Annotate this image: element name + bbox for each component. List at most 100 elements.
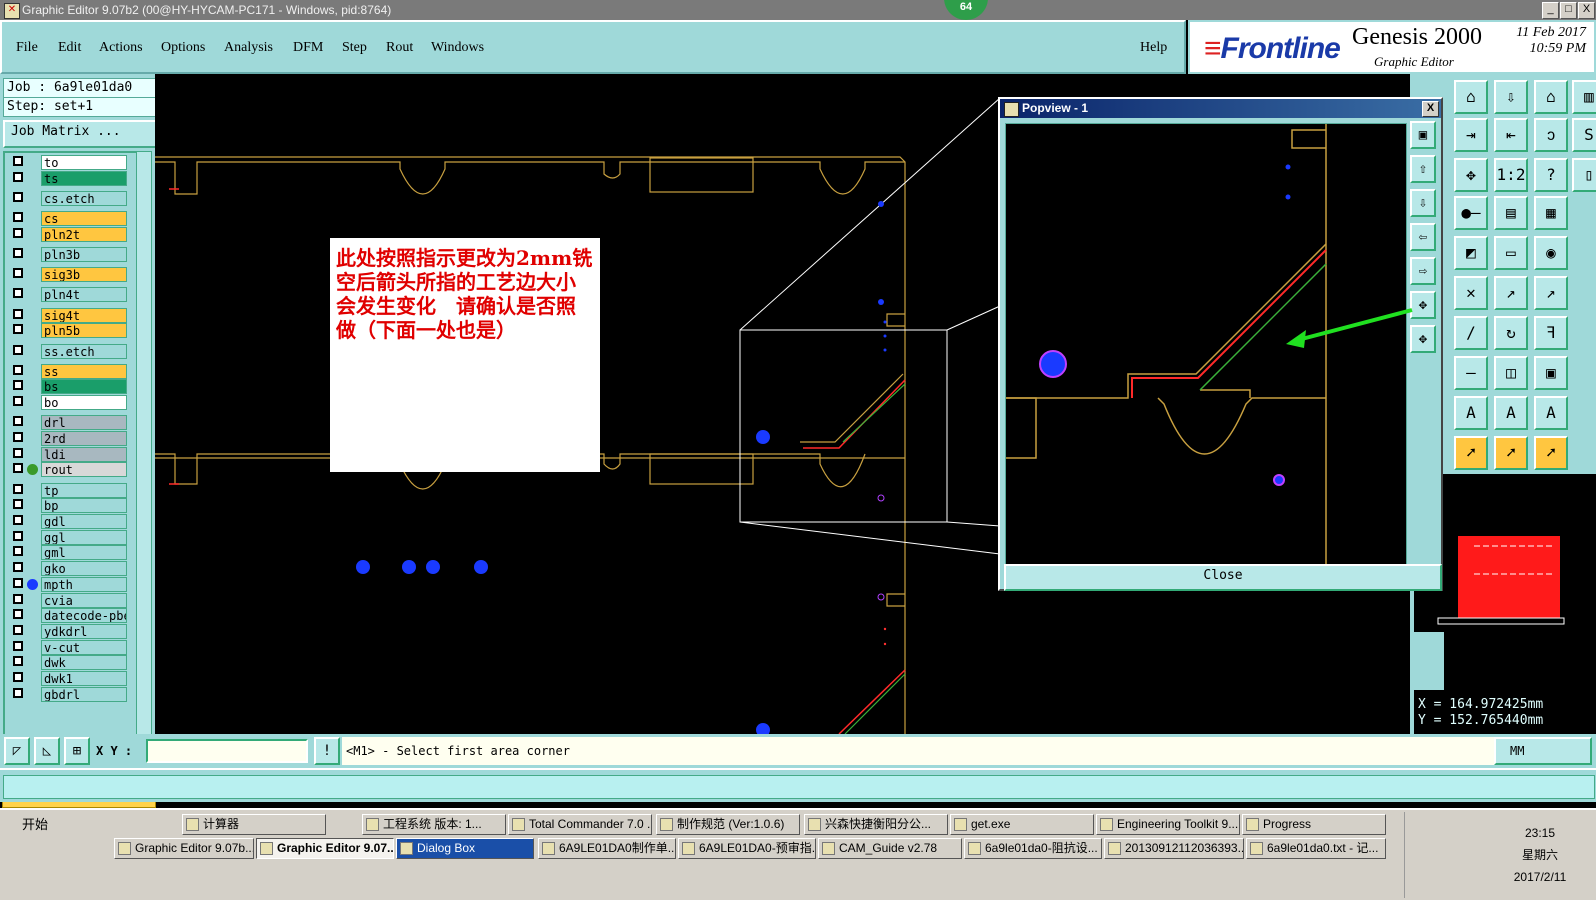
home-icon[interactable]: ⌂ [1454,80,1488,114]
layer-name[interactable]: rout [41,462,127,478]
taskbar-item-active[interactable]: Graphic Editor 9.07... [256,838,394,859]
menu-help[interactable]: Help [1140,40,1167,56]
layer-name[interactable]: pln5b [41,323,127,339]
layer-row[interactable]: ydkdrl [7,623,131,639]
popview-close-x[interactable]: X [1422,101,1439,117]
layer-name[interactable]: gml [41,545,127,561]
house-icon[interactable]: ⌂ [1534,80,1568,114]
layer-name[interactable]: ggl [41,529,127,545]
layer-name[interactable]: gdl [41,514,127,529]
warning-icon[interactable]: ! [314,737,340,765]
layer-checkbox[interactable] [13,577,23,588]
select-tool-icon[interactable]: ◸ [4,737,30,765]
layer-checkbox[interactable] [13,530,23,541]
zoom-fit-icon[interactable]: ▣ [1410,121,1436,149]
pointer3-icon[interactable]: ➚ [1534,436,1568,470]
pointer-icon[interactable]: ➚ [1454,436,1488,470]
layer-row[interactable]: pln3b [7,247,131,262]
layer-checkbox[interactable] [13,156,23,166]
layer-checkbox[interactable] [13,288,23,299]
layer-row[interactable]: ggl [7,529,131,545]
layer-name[interactable]: drl [41,415,127,431]
layer-checkbox[interactable] [13,396,23,407]
taskbar-item[interactable]: Total Commander 7.0 ... [508,814,652,835]
layer-name[interactable]: pln2t [41,226,127,242]
layer-row[interactable]: to [7,155,131,170]
layer-checkbox[interactable] [13,268,23,279]
pan-left-icon[interactable]: ⇦ [1410,223,1436,251]
layer-checkbox[interactable] [13,562,23,573]
layer-row[interactable]: dwk [7,655,131,671]
layer-row[interactable]: gml [7,545,131,561]
layer-name[interactable]: cs.etch [41,190,127,206]
layer-checkbox[interactable] [13,447,23,458]
mirror-icon[interactable]: ◫ [1494,356,1528,390]
layer-checkbox[interactable] [13,546,23,557]
menu-actions[interactable]: Actions [99,40,143,56]
layer-name[interactable]: pln3b [41,247,127,262]
layer-name[interactable]: ts [41,170,127,186]
taskbar-item[interactable]: 6a9le01da0.txt - 记... [1246,838,1386,859]
ruler-icon[interactable]: ▭ [1494,236,1528,270]
layer-name[interactable]: ss.etch [41,343,127,359]
layer-name[interactable]: bo [41,395,127,411]
layer-list-scrollbar[interactable] [136,151,152,785]
layer-row[interactable]: rout [7,462,131,478]
layer-row[interactable]: bp [7,498,131,514]
taskbar-item[interactable]: 20130912112036393.... [1104,838,1244,859]
layer-checkbox[interactable] [13,432,23,442]
pointer2-icon[interactable]: ➚ [1494,436,1528,470]
move-icon[interactable]: ⇥ [1454,118,1488,152]
taskbar-item[interactable]: get.exe [950,814,1094,835]
layer-name[interactable]: ldi [41,446,127,462]
layer-name[interactable]: cs [41,211,127,227]
scale-icon[interactable]: ↄ [1534,118,1568,152]
taskbar-item[interactable]: 6A9LE01DA0-预审指... [678,838,816,859]
layer-checkbox[interactable] [13,191,23,202]
connect-icon[interactable]: ↗ [1494,276,1528,310]
layer-name[interactable]: gko [41,561,127,577]
layer-name[interactable]: 2rd [41,431,127,446]
layer-name[interactable]: pln4t [41,287,127,303]
grid-tool-icon[interactable]: ⊞ [64,737,90,765]
dash-icon[interactable]: — [1454,356,1488,390]
layer-name[interactable]: mpth [41,576,127,592]
layer-row[interactable]: v-cut [7,639,131,655]
layer-row[interactable]: gko [7,561,131,577]
layer-row[interactable]: gdl [7,514,131,529]
layer-row[interactable]: cs [7,211,131,227]
layer-name[interactable]: sig3b [41,267,127,283]
stretch-icon[interactable]: S [1572,118,1596,152]
taskbar-item[interactable]: 6a9le01da0-阻抗设... [964,838,1102,859]
text-a-icon[interactable]: A [1454,396,1488,430]
layer-row[interactable]: ldi [7,446,131,462]
layer-checkbox[interactable] [13,324,23,335]
taskbar-item[interactable]: Engineering Toolkit 9.... [1096,814,1240,835]
layer-name[interactable]: ss [41,363,127,379]
cross-icon[interactable]: ✕ [1454,276,1488,310]
layer-name[interactable]: tp [41,482,127,498]
layer-checkbox[interactable] [13,463,23,474]
layer-name[interactable]: datecode-pbe [41,608,127,624]
unit-selector[interactable]: MM [1494,737,1592,765]
layer-name[interactable]: to [41,155,127,170]
layer-checkbox[interactable] [13,171,23,182]
layer-checkbox[interactable] [13,672,23,682]
layer-name[interactable]: v-cut [41,639,127,655]
fit-icon[interactable]: ✥ [1454,158,1488,192]
taskbar-item[interactable]: 制作规范 (Ver:1.0.6) [656,814,800,835]
menu-analysis[interactable]: Analysis [224,40,273,56]
job-matrix-button[interactable]: Job Matrix ... [3,120,161,148]
layer-name[interactable]: ydkdrl [41,623,127,639]
layer-row[interactable]: cs.etch [7,190,131,206]
layer-checkbox[interactable] [13,499,23,510]
taskbar-item-dialog[interactable]: Dialog Box [396,838,534,859]
layer-row[interactable]: pln4t [7,287,131,303]
layer-row[interactable]: ss [7,363,131,379]
layer-row[interactable]: datecode-pbe [7,608,131,624]
layer-checkbox[interactable] [13,515,23,525]
layer-row[interactable]: pln5b [7,323,131,339]
unknown-icon[interactable]: ▯ [1572,158,1596,192]
layer-name[interactable]: gbdrl [41,686,127,702]
menu-file[interactable]: File [16,40,38,56]
